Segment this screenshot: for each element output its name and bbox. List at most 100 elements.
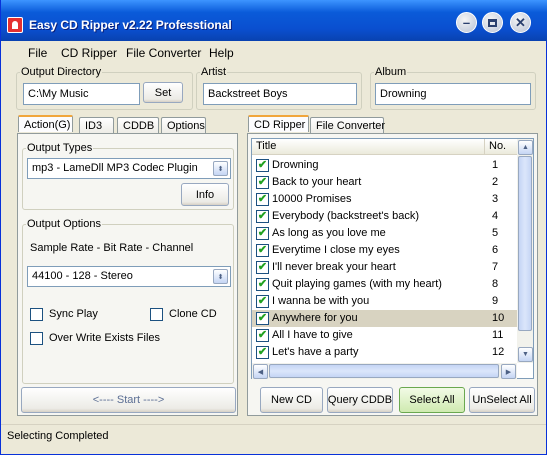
sync-play-label: Sync Play (49, 308, 98, 320)
sample-rate-caption: Sample Rate - Bit Rate - Channel (30, 242, 194, 254)
output-directory-label: Output Directory (20, 66, 103, 78)
minimize-icon: – (462, 15, 471, 30)
track-number: 3 (492, 193, 499, 205)
track-title: Quit playing games (with my heart) (272, 278, 442, 290)
close-button[interactable]: ✕ (510, 12, 531, 33)
menu-help[interactable]: Help (209, 46, 234, 60)
chevron-down-icon[interactable]: ⬍ (213, 269, 228, 284)
start-button[interactable]: <---- Start ----> (21, 387, 236, 413)
track-title: Everybody (backstreet's back) (272, 210, 419, 222)
track-checkbox[interactable]: ✔ (256, 278, 269, 291)
unselect-all-button[interactable]: UnSelect All (469, 387, 535, 413)
track-checkbox[interactable]: ✔ (256, 312, 269, 325)
table-row[interactable]: ✔ Quit playing games (with my heart) 8 (252, 276, 517, 293)
scroll-left-icon[interactable]: ◀ (253, 364, 268, 379)
track-title: Everytime I close my eyes (272, 244, 400, 256)
track-number: 7 (492, 261, 499, 273)
info-button[interactable]: Info (181, 183, 229, 206)
overwrite-checkbox[interactable] (30, 332, 43, 345)
artist-input[interactable]: Backstreet Boys (203, 83, 357, 105)
window-title: Easy CD Ripper v2.22 Professtional (29, 18, 232, 32)
track-title: Anywhere for you (272, 312, 358, 324)
track-checkbox[interactable]: ✔ (256, 295, 269, 308)
tab-id3[interactable]: ID3 (79, 117, 114, 134)
tab-options[interactable]: Options (161, 117, 206, 134)
table-row[interactable]: ✔ I wanna be with you 9 (252, 293, 517, 310)
table-row[interactable]: ✔ Anywhere for you 10 (252, 310, 517, 327)
tab-action[interactable]: Action(G) (18, 115, 73, 132)
maximize-button[interactable] (482, 12, 503, 33)
action-panel: Output Types mp3 - LameDll MP3 Codec Plu… (17, 133, 238, 416)
horizontal-scroll-thumb[interactable] (269, 364, 499, 378)
sync-play-checkbox[interactable] (30, 308, 43, 321)
output-type-select[interactable]: mp3 - LameDll MP3 Codec Plugin ⬍ (27, 158, 231, 179)
output-directory-group: Output Directory C:\My Music Set (16, 66, 193, 110)
album-group: Album Drowning (370, 66, 536, 110)
horizontal-scrollbar[interactable]: ◀ ▶ (252, 363, 517, 379)
artist-label: Artist (200, 66, 228, 78)
track-title: Back to your heart (272, 176, 362, 188)
track-checkbox[interactable]: ✔ (256, 329, 269, 342)
clone-cd-checkbox[interactable] (150, 308, 163, 321)
table-row[interactable]: ✔ Let's have a party 12 (252, 344, 517, 361)
scroll-down-icon[interactable]: ▼ (518, 347, 533, 362)
tab-file-converter[interactable]: File Converter (310, 117, 385, 134)
track-number: 5 (492, 227, 499, 239)
select-all-button[interactable]: Select All (399, 387, 465, 413)
minimize-button[interactable]: – (456, 12, 477, 33)
menu-bar: File CD Ripper File Converter Help (1, 41, 546, 63)
chevron-down-icon[interactable]: ⬍ (213, 161, 228, 176)
track-checkbox[interactable]: ✔ (256, 176, 269, 189)
app-window: Easy CD Ripper v2.22 Professtional – ✕ F… (0, 0, 547, 455)
status-bar: Selecting Completed (1, 424, 546, 446)
table-row[interactable]: ✔ Back to your heart 2 (252, 174, 517, 191)
set-button[interactable]: Set (143, 82, 183, 103)
scroll-up-icon[interactable]: ▲ (518, 140, 533, 155)
table-row[interactable]: ✔ Everybody (backstreet's back) 4 (252, 208, 517, 225)
menu-file-converter[interactable]: File Converter (126, 46, 201, 60)
sample-rate-select[interactable]: 44100 - 128 - Stereo ⬍ (27, 266, 231, 287)
cd-ripper-panel: Title No. ✔ Drowning 1 ✔ Back to your heart 2… (247, 133, 538, 416)
menu-file[interactable]: File (28, 46, 47, 60)
title-column-header[interactable]: Title (252, 139, 485, 155)
track-checkbox[interactable]: ✔ (256, 227, 269, 240)
track-checkbox[interactable]: ✔ (256, 210, 269, 223)
track-number: 1 (492, 159, 499, 171)
track-checkbox[interactable]: ✔ (256, 346, 269, 359)
track-number: 10 (492, 312, 505, 324)
tab-cd-ripper[interactable]: CD Ripper (248, 115, 309, 132)
menu-cd-ripper[interactable]: CD Ripper (61, 46, 117, 60)
track-number: 2 (492, 176, 499, 188)
track-title: 10000 Promises (272, 193, 352, 205)
track-checkbox[interactable]: ✔ (256, 159, 269, 172)
output-types-group: Output Types mp3 - LameDll MP3 Codec Plu… (22, 142, 234, 210)
output-directory-input[interactable]: C:\My Music (23, 83, 140, 105)
clone-cd-label: Clone CD (169, 308, 217, 320)
track-list[interactable]: Title No. ✔ Drowning 1 ✔ Back to your heart 2… (251, 138, 534, 379)
scroll-right-icon[interactable]: ▶ (501, 364, 516, 379)
tab-cddb[interactable]: CDDB (117, 117, 159, 134)
track-number: 9 (492, 295, 499, 307)
table-row[interactable]: ✔ Drowning 1 (252, 157, 517, 174)
table-row[interactable]: ✔ I'll never break your heart 7 (252, 259, 517, 276)
query-cddb-button[interactable]: Query CDDB (327, 387, 393, 413)
new-cd-button[interactable]: New CD (260, 387, 323, 413)
table-row[interactable]: ✔ All I have to give 11 (252, 327, 517, 344)
track-number: 12 (492, 346, 505, 358)
table-row[interactable]: ✔ 10000 Promises 3 (252, 191, 517, 208)
output-type-value: mp3 - LameDll MP3 Codec Plugin (32, 162, 198, 174)
table-row[interactable]: ✔ As long as you love me 5 (252, 225, 517, 242)
number-column-header[interactable]: No. (485, 139, 517, 155)
title-bar[interactable]: Easy CD Ripper v2.22 Professtional – ✕ (1, 0, 547, 41)
track-number: 11 (492, 329, 504, 341)
status-text: Selecting Completed (7, 430, 109, 442)
track-title: I wanna be with you (272, 295, 370, 307)
table-row[interactable]: ✔ Everytime I close my eyes 6 (252, 242, 517, 259)
track-checkbox[interactable]: ✔ (256, 193, 269, 206)
vertical-scrollbar[interactable]: ▲ ▼ (517, 139, 533, 363)
track-checkbox[interactable]: ✔ (256, 261, 269, 274)
vertical-scroll-thumb[interactable] (518, 156, 532, 331)
track-checkbox[interactable]: ✔ (256, 244, 269, 257)
track-number: 4 (492, 210, 499, 222)
album-input[interactable]: Drowning (375, 83, 531, 105)
